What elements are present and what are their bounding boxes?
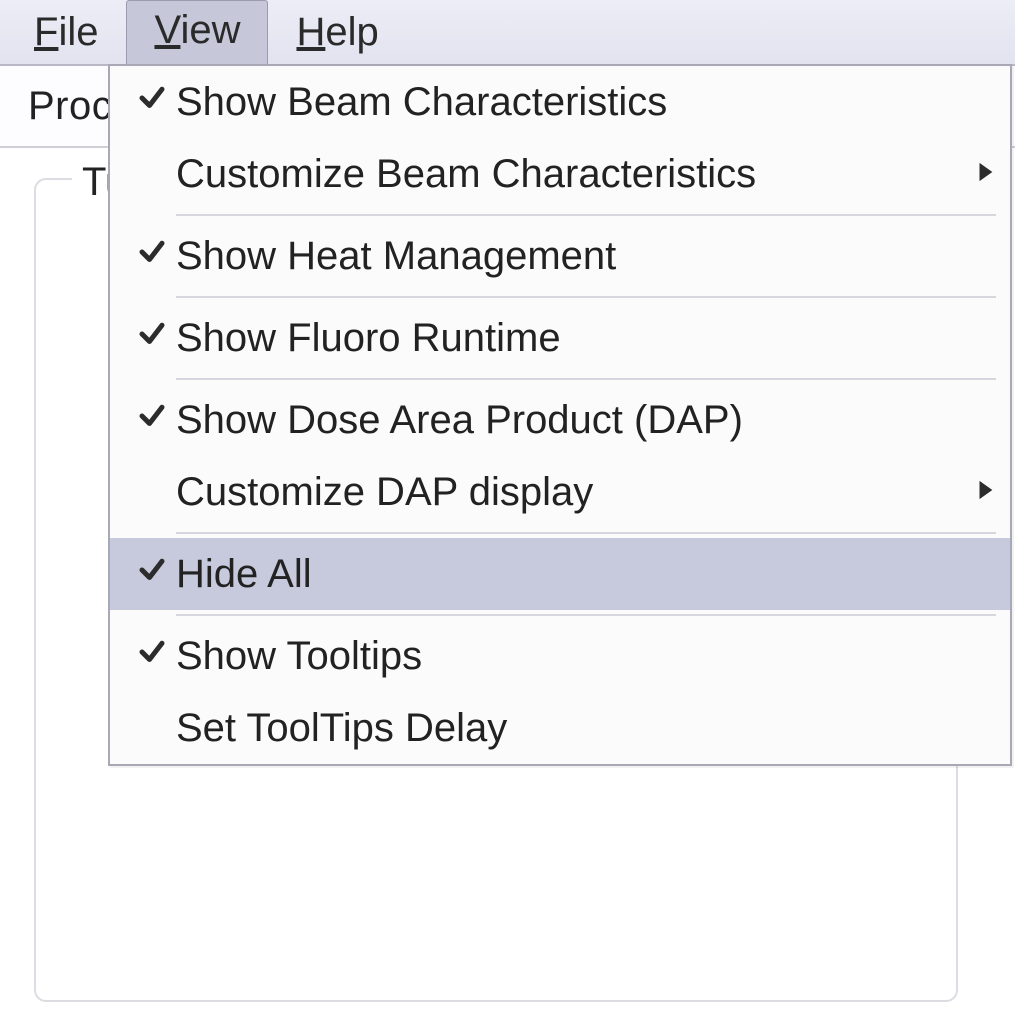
check-icon (137, 237, 167, 267)
check-slot (128, 555, 176, 593)
check-slot (128, 83, 176, 121)
menu-view-label: View (154, 8, 240, 52)
check-icon (137, 401, 167, 431)
menu-separator (176, 296, 996, 298)
check-slot (128, 319, 176, 357)
menu-separator (176, 378, 996, 380)
menu-separator (176, 532, 996, 534)
check-icon (137, 83, 167, 113)
view-menu-item[interactable]: Set ToolTips Delay (110, 692, 1010, 764)
submenu-arrow-slot (956, 475, 996, 509)
menu-separator (176, 214, 996, 216)
menu-item-label: Customize Beam Characteristics (176, 152, 956, 197)
view-menu-item[interactable]: Show Fluoro Runtime (110, 302, 1010, 374)
submenu-arrow-icon (974, 479, 996, 501)
view-menu-item[interactable]: Show Dose Area Product (DAP) (110, 384, 1010, 456)
tab-label-fragment: Proc (28, 84, 112, 128)
menu-item-label: Show Fluoro Runtime (176, 316, 956, 361)
check-icon (137, 555, 167, 585)
menu-item-label: Set ToolTips Delay (176, 706, 956, 751)
submenu-arrow-slot (956, 157, 996, 191)
menu-help-label: Help (296, 10, 378, 54)
view-menu-item[interactable]: Customize Beam Characteristics (110, 138, 1010, 210)
menu-item-label: Show Beam Characteristics (176, 80, 956, 125)
check-slot (128, 637, 176, 675)
menu-item-label: Show Dose Area Product (DAP) (176, 398, 956, 443)
check-icon (137, 637, 167, 667)
menu-separator (176, 614, 996, 616)
menu-item-label: Show Heat Management (176, 234, 956, 279)
view-menu-item[interactable]: Show Heat Management (110, 220, 1010, 292)
check-slot (128, 237, 176, 275)
view-menu-item[interactable]: Customize DAP display (110, 456, 1010, 528)
check-icon (137, 319, 167, 349)
menubar: File View Help (0, 0, 1015, 66)
view-dropdown: Show Beam Characteristics Customize Beam … (108, 64, 1012, 766)
view-menu-item[interactable]: Hide All (110, 538, 1010, 610)
menu-item-label: Customize DAP display (176, 470, 956, 515)
menu-help[interactable]: Help (268, 2, 406, 62)
menu-item-label: Show Tooltips (176, 634, 956, 679)
menu-file-label: File (34, 10, 98, 54)
view-menu-item[interactable]: Show Beam Characteristics (110, 66, 1010, 138)
check-slot (128, 401, 176, 439)
menu-item-label: Hide All (176, 552, 956, 597)
view-menu-item[interactable]: Show Tooltips (110, 620, 1010, 692)
submenu-arrow-icon (974, 161, 996, 183)
menu-file[interactable]: File (6, 2, 126, 62)
menu-view[interactable]: View (126, 0, 268, 64)
